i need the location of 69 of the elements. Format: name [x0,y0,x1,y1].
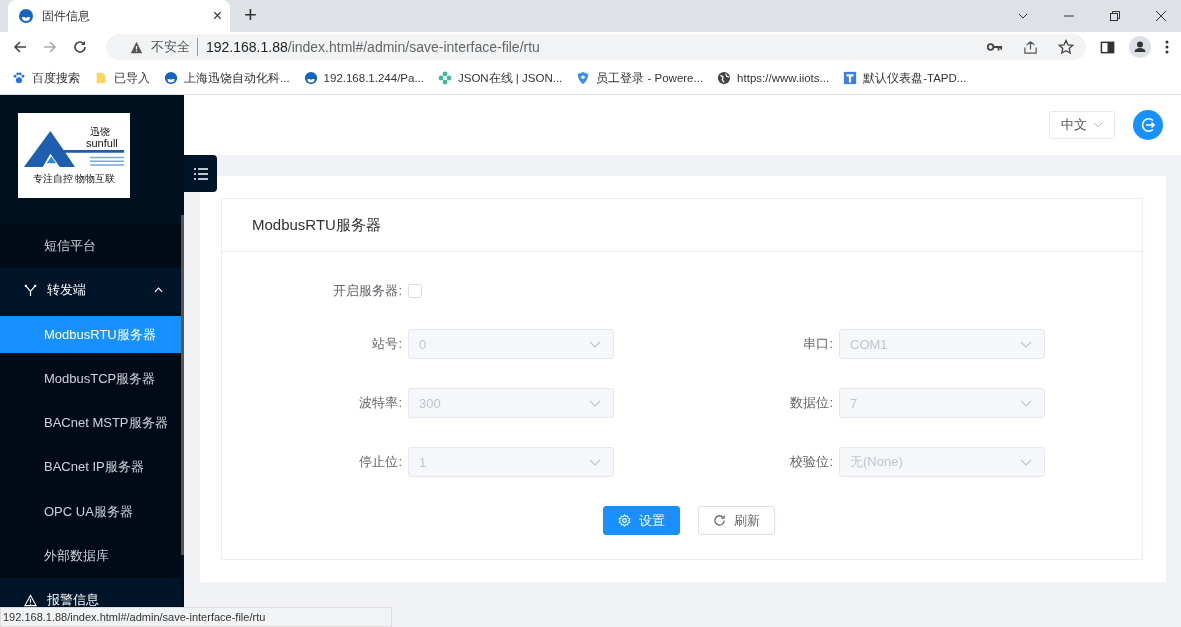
new-tab-button[interactable]: + [244,2,257,28]
field-label: 站号: [371,335,402,353]
shield-icon [576,71,591,85]
menu-item[interactable]: OPC UA服务器 [0,489,181,534]
back-icon[interactable] [12,39,28,55]
refresh-icon [713,514,726,527]
language-select[interactable]: 中文 [1049,111,1115,139]
warning-icon [130,40,143,54]
logo-slogan: 专注自控 物物互联 [32,171,116,186]
menu-icon[interactable] [1165,39,1169,55]
field-label: 波特率: [358,394,402,412]
share-icon[interactable] [1023,39,1038,55]
bookmark[interactable]: 已导入 [94,70,150,86]
chevron-down-icon [1093,122,1103,128]
key-icon[interactable] [987,41,1003,53]
bookmark[interactable]: 百度搜索 [12,70,80,86]
sidebar-toggle-button[interactable] [184,155,217,192]
field-label: 停止位: [358,453,402,471]
card-title: ModbusRTU服务器 [222,199,1142,252]
gear-icon [618,514,631,527]
logout-button[interactable] [1133,110,1163,140]
menu-item[interactable]: BACnet MSTP服务器 [0,400,181,446]
field-label: 开启服务器: [332,282,402,300]
link-url-tooltip: 192.168.1.88/index.html#/admin/save-interface-file/rtu [0,607,392,627]
globe-icon [717,71,732,85]
side-panel-icon[interactable] [1100,39,1115,55]
close-icon[interactable] [1155,10,1167,22]
bookmark[interactable]: 上海迅饶自动化科... [164,70,290,86]
menu-item[interactable]: ModbusTCP服务器 [0,356,181,401]
fork-icon [24,283,37,297]
chevron-down-icon [589,340,601,348]
field-label: 数据位: [789,394,833,412]
bookmark[interactable]: 192.168.1.244/Pa... [303,71,424,85]
chevron-down-icon [589,458,601,466]
url-text: 192.168.1.88/index.html#/admin/save-interface-file/rtu [206,39,540,55]
security-label: 不安全 [151,38,198,56]
paw-icon [12,71,26,85]
logo-english-name: sunfull [86,136,118,150]
menu-group[interactable]: 转发端 [0,268,181,313]
profile-icon[interactable] [1129,36,1151,58]
chevron-down-icon [1020,340,1032,348]
menu-item[interactable]: 短信平台 [0,224,181,269]
bookmark[interactable]: 默认仪表盘-TAPD... [843,70,967,86]
tile-icon [843,71,858,85]
bookmark[interactable]: https://www.iiots... [717,71,830,85]
browser-tab[interactable]: 固件信息 × [8,0,230,32]
flower-icon [438,71,452,85]
field-label: 串口: [802,335,833,353]
field-label: 校验位: [789,453,833,471]
refresh-button[interactable]: 刷新 [698,506,775,535]
reload-icon[interactable] [72,39,88,55]
menu-item[interactable]: 外部数据库 [0,533,181,579]
chevron-up-icon [154,287,163,294]
chevron-down-icon [1020,399,1032,407]
menu-item[interactable]: BACnet IP服务器 [0,445,181,490]
bookmark[interactable]: 员工登录 - Powere... [576,70,704,86]
logo-chinese-name: 迅饶 [89,125,110,137]
list-icon [193,167,208,180]
chevron-down-icon [1020,458,1032,466]
address-bar[interactable]: 不安全 192.168.1.88/index.html#/admin/save-interface-file/rtu [106,34,1086,60]
folder-icon [94,71,108,85]
warning-icon [24,593,37,607]
restore-icon[interactable] [1109,10,1121,22]
bookmark[interactable]: JSON在线 | JSON... [438,70,563,86]
close-tab-button[interactable]: × [212,7,222,25]
checkbox[interactable] [408,284,422,298]
tab-title: 固件信息 [42,7,91,25]
chevron-down-icon [589,399,601,407]
star-icon[interactable] [1058,39,1074,55]
